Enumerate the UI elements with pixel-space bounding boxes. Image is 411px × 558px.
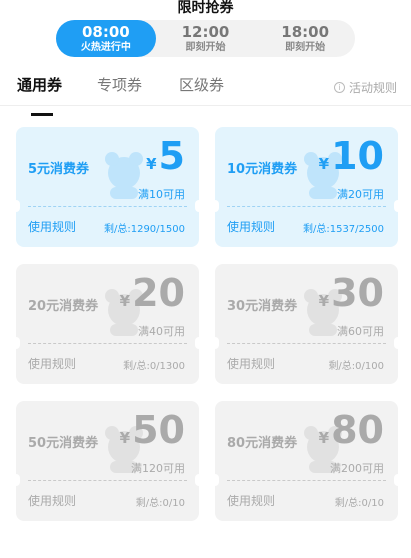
currency-symbol: ¥ — [318, 155, 330, 173]
ticket-notch — [394, 337, 398, 349]
coupon-price: ¥ 80 — [319, 407, 384, 453]
tab-special[interactable]: 专项券 — [97, 74, 142, 104]
usage-rules-link[interactable]: 使用规则 — [28, 355, 76, 372]
ticket-notch — [215, 200, 219, 212]
coupon-amount: 10 — [331, 134, 384, 178]
ticket-notch — [195, 337, 199, 349]
coupon-condition: 满40可用 — [138, 325, 185, 338]
ticket-divider — [28, 343, 187, 344]
coupon-card[interactable]: 20元消费券 ¥ 20 满40可用 使用规则 剩/总:0/1300 — [16, 264, 199, 384]
coupon-card[interactable]: 50元消费券 ¥ 50 满120可用 使用规则 剩/总:0/10 — [16, 401, 199, 521]
slot-status: 即刻开始 — [285, 41, 326, 53]
coupon-name: 30元消费券 — [227, 299, 298, 314]
coupon-card[interactable]: 5元消费券 ¥ 5 满10可用 使用规则 剩/总:1290/1500 — [16, 127, 199, 247]
coupon-stock: 剩/总:1537/2500 — [302, 224, 384, 235]
ticket-notch — [215, 337, 219, 349]
usage-rules-link[interactable]: 使用规则 — [227, 355, 275, 372]
activity-rules-link[interactable]: i 活动规则 — [333, 79, 397, 96]
coupon-price: ¥ 20 — [120, 270, 185, 316]
page-title: 限时抢券 — [177, 0, 234, 16]
coupon-amount: 50 — [132, 408, 185, 452]
usage-rules-link[interactable]: 使用规则 — [28, 492, 76, 509]
info-icon: i — [333, 82, 345, 93]
ticket-notch — [394, 200, 398, 212]
slot-status: 火热进行中 — [80, 41, 131, 53]
ticket-notch — [16, 337, 20, 349]
time-slot-selector: 08:00 火热进行中 12:00 即刻开始 18:00 即刻开始 — [56, 20, 355, 57]
ticket-divider — [227, 480, 386, 481]
coupon-name: 50元消费券 — [28, 436, 99, 451]
coupon-condition: 满20可用 — [337, 188, 384, 201]
coupon-price: ¥ 10 — [319, 133, 384, 179]
ticket-notch — [215, 474, 219, 486]
currency-symbol: ¥ — [318, 292, 330, 310]
coupon-condition: 满200可用 — [330, 462, 384, 475]
time-slot-1800[interactable]: 18:00 即刻开始 — [255, 20, 355, 57]
coupon-condition: 满60可用 — [337, 325, 384, 338]
coupon-price: ¥ 5 — [146, 133, 185, 179]
ticket-notch — [195, 200, 199, 212]
time-slot-1200[interactable]: 12:00 即刻开始 — [156, 20, 256, 57]
ticket-notch — [195, 474, 199, 486]
coupon-amount: 5 — [158, 134, 185, 178]
coupon-card[interactable]: 30元消费券 ¥ 30 满60可用 使用规则 剩/总:0/100 — [215, 264, 398, 384]
coupon-card[interactable]: 80元消费券 ¥ 80 满200可用 使用规则 剩/总:0/10 — [215, 401, 398, 521]
coupon-stock: 剩/总:0/1300 — [123, 361, 185, 372]
slot-time: 12:00 — [181, 22, 230, 41]
ticket-notch — [16, 474, 20, 486]
ticket-divider — [227, 206, 386, 207]
usage-rules-link[interactable]: 使用规则 — [227, 218, 275, 235]
tab-district[interactable]: 区级券 — [179, 74, 224, 104]
coupon-name: 10元消费券 — [227, 162, 298, 177]
slot-time: 08:00 — [81, 22, 130, 41]
ticket-divider — [28, 206, 187, 207]
coupon-price: ¥ 50 — [120, 407, 185, 453]
slot-time: 18:00 — [281, 22, 330, 41]
usage-rules-link[interactable]: 使用规则 — [28, 218, 76, 235]
ticket-notch — [394, 474, 398, 486]
currency-symbol: ¥ — [146, 155, 157, 173]
currency-symbol: ¥ — [119, 429, 131, 447]
coupon-name: 20元消费券 — [28, 299, 99, 314]
coupon-card[interactable]: 10元消费券 ¥ 10 满20可用 使用规则 剩/总:1537/2500 — [215, 127, 398, 247]
coupon-stock: 剩/总:1290/1500 — [103, 224, 185, 235]
coupon-name: 80元消费券 — [227, 436, 298, 451]
coupon-price: ¥ 30 — [319, 270, 384, 316]
currency-symbol: ¥ — [318, 429, 330, 447]
tab-general[interactable]: 通用券 — [17, 74, 62, 116]
coupon-condition: 满10可用 — [138, 188, 185, 201]
coupon-stock: 剩/总:0/100 — [328, 361, 384, 372]
coupon-amount: 20 — [132, 271, 185, 315]
coupon-amount: 80 — [331, 408, 384, 452]
coupon-condition: 满120可用 — [131, 462, 185, 475]
slot-status: 即刻开始 — [185, 41, 226, 53]
coupon-amount: 30 — [331, 271, 384, 315]
time-slot-0800[interactable]: 08:00 火热进行中 — [56, 20, 156, 57]
ticket-divider — [227, 343, 386, 344]
usage-rules-link[interactable]: 使用规则 — [227, 492, 275, 509]
activity-rules-label: 活动规则 — [348, 81, 397, 95]
coupon-name: 5元消费券 — [28, 162, 90, 177]
coupon-category-tabs: 通用券 专项券 区级券 i 活动规则 — [0, 62, 411, 116]
ticket-notch — [16, 200, 20, 212]
currency-symbol: ¥ — [119, 292, 131, 310]
coupon-stock: 剩/总:0/10 — [135, 498, 185, 509]
ticket-divider — [28, 480, 187, 481]
coupon-stock: 剩/总:0/10 — [334, 498, 384, 509]
